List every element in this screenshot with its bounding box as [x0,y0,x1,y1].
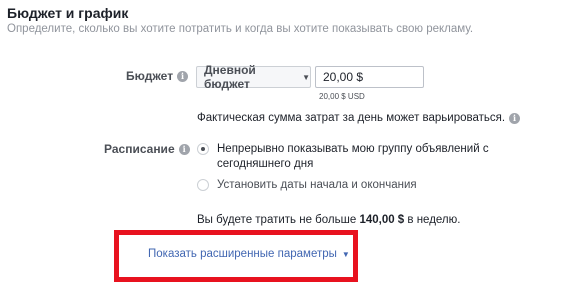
chevron-down-icon: ▼ [341,249,350,259]
radio-button-selected[interactable] [197,143,209,155]
spend-summary-suffix: в неделю. [404,214,461,226]
info-icon[interactable]: i [178,143,190,155]
budget-label: Бюджет [126,69,174,83]
schedule-option-label: Непрерывно показывать мою группу объявле… [217,143,489,170]
schedule-option-continuous[interactable]: Непрерывно показывать мою группу объявле… [197,142,557,172]
spend-summary: Вы будете тратить не больше 140,00 $ в н… [197,214,460,226]
spend-summary-amount: 140,00 $ [359,214,405,226]
show-advanced-options-link[interactable]: Показать расширенные параметры ▼ [148,248,350,260]
advanced-link-label: Показать расширенные параметры [148,248,337,260]
info-icon[interactable]: i [509,112,521,124]
budget-amount-usd: 20,00 $ USD [319,92,365,101]
schedule-label-group: Расписание i [104,142,190,156]
budget-note-text: Фактическая сумма затрат за день может в… [197,112,506,124]
budget-amount-input[interactable] [315,66,424,88]
schedule-option-dates[interactable]: Установить даты начала и окончания [197,178,417,193]
info-icon[interactable]: i [177,70,189,82]
section-subtitle: Определите, сколько вы хотите потратить … [7,23,474,35]
budget-label-group: Бюджет i [126,69,189,83]
section-title: Бюджет и график [7,5,129,21]
chevron-down-icon: ▼ [302,72,310,82]
schedule-option-label: Установить даты начала и окончания [217,179,417,191]
budget-note: Фактическая сумма затрат за день может в… [197,112,521,124]
budget-type-value: Дневной бюджет [204,63,256,91]
schedule-label: Расписание [104,142,175,156]
radio-button[interactable] [197,179,209,191]
spend-summary-prefix: Вы будете тратить не больше [197,214,360,226]
budget-type-select[interactable]: Дневной бюджет ▼ [196,63,311,91]
